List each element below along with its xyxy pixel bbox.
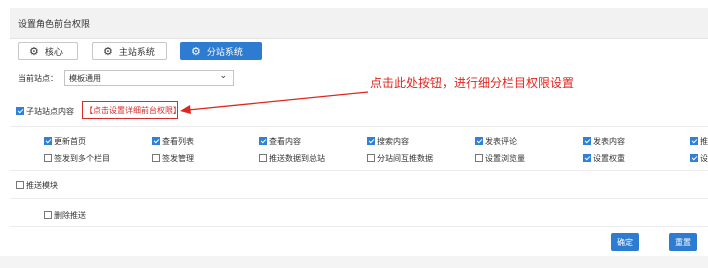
perm-label: 签发管理 <box>162 154 194 163</box>
perm-issue-manage[interactable]: 签发管理 <box>152 153 194 164</box>
detail-permission-link[interactable]: 【点击设置详细前台权限】 <box>85 105 181 116</box>
checkbox[interactable] <box>44 154 52 162</box>
perm-label: 设 <box>700 154 708 163</box>
perm-label: 发表内容 <box>593 137 625 146</box>
substation-content-label: 子站站点内容 <box>26 107 74 116</box>
substation-content-checkbox[interactable] <box>16 107 24 115</box>
divider <box>10 198 708 199</box>
perm-set-weight[interactable]: 设置权重 <box>583 153 625 164</box>
checkbox[interactable] <box>16 181 24 189</box>
checkbox[interactable] <box>475 154 483 162</box>
checkbox[interactable] <box>367 137 375 145</box>
checkbox[interactable] <box>259 137 267 145</box>
delete-push-label: 删除推送 <box>54 211 86 220</box>
gears-icon: ⚙ <box>191 44 201 58</box>
tab-sub-system[interactable]: ⚙ 分站系统 <box>180 42 262 60</box>
checkbox[interactable] <box>152 137 160 145</box>
checkbox[interactable] <box>44 211 52 219</box>
perm-label: 发表评论 <box>485 137 517 146</box>
checkbox[interactable] <box>475 137 483 145</box>
page-footer-strip <box>0 256 708 268</box>
checkbox[interactable] <box>583 137 591 145</box>
divider <box>10 126 708 127</box>
perm-label: 分站间互推数据 <box>377 154 433 163</box>
checkbox[interactable] <box>367 154 375 162</box>
divider <box>10 226 708 227</box>
gears-icon: ⚙ <box>103 44 113 58</box>
perm-view-content[interactable]: 查看内容 <box>259 136 301 147</box>
tab-core-label: 核心 <box>44 47 63 58</box>
reset-button[interactable]: 重置 <box>669 233 697 251</box>
perm-label: 推送数据到总站 <box>269 154 325 163</box>
perm-label: 查看内容 <box>269 137 301 146</box>
checkbox[interactable] <box>690 137 698 145</box>
site-select[interactable]: 模板通用 ⌄ <box>64 70 234 86</box>
perm-update-home[interactable]: 更新首页 <box>44 136 86 147</box>
tab-main-system[interactable]: ⚙ 主站系统 <box>92 42 167 60</box>
panel-header: 设置角色前台权限 <box>10 8 708 39</box>
panel-title: 设置角色前台权限 <box>18 20 91 30</box>
site-select-label: 当前站点： <box>18 74 58 83</box>
chevron-down-icon: ⌄ <box>219 71 227 81</box>
perm-label: 设置浏览量 <box>485 154 525 163</box>
perm-set[interactable]: 设 <box>690 153 708 164</box>
checkbox[interactable] <box>259 154 267 162</box>
perm-post-comment[interactable]: 发表评论 <box>475 136 517 147</box>
perm-label: 查看列表 <box>162 137 194 146</box>
perm-label: 搜索内容 <box>377 137 409 146</box>
annotation-text: 点击此处按钮，进行细分栏目权限设置 <box>370 76 575 90</box>
perm-push-to-main[interactable]: 推送数据到总站 <box>259 153 325 164</box>
perm-push[interactable]: 推 <box>690 136 708 147</box>
divider <box>10 170 708 171</box>
perm-label: 推 <box>700 137 708 146</box>
gears-icon: ⚙ <box>29 44 39 58</box>
annotation-arrow <box>180 91 369 114</box>
checkbox[interactable] <box>152 154 160 162</box>
push-module-option[interactable]: 推送模块 <box>16 180 58 191</box>
perm-view-list[interactable]: 查看列表 <box>152 136 194 147</box>
perm-substation-push[interactable]: 分站间互推数据 <box>367 153 433 164</box>
site-select-value: 模板通用 <box>69 74 101 83</box>
confirm-button[interactable]: 确定 <box>611 233 639 251</box>
perm-set-views[interactable]: 设置浏览量 <box>475 153 525 164</box>
substation-content-option[interactable]: 子站站点内容 <box>16 106 74 117</box>
tab-main-system-label: 主站系统 <box>118 47 155 58</box>
checkbox[interactable] <box>690 154 698 162</box>
checkbox[interactable] <box>583 154 591 162</box>
perm-label: 设置权重 <box>593 154 625 163</box>
perm-post-content[interactable]: 发表内容 <box>583 136 625 147</box>
push-module-label: 推送模块 <box>26 181 58 190</box>
delete-push-option[interactable]: 删除推送 <box>44 210 86 221</box>
perm-issue-multi-column[interactable]: 签发到多个栏目 <box>44 153 110 164</box>
checkbox[interactable] <box>44 137 52 145</box>
tab-sub-system-label: 分站系统 <box>206 47 243 58</box>
perm-label: 签发到多个栏目 <box>54 154 110 163</box>
tab-core[interactable]: ⚙ 核心 <box>18 42 78 60</box>
perm-label: 更新首页 <box>54 137 86 146</box>
perm-search-content[interactable]: 搜索内容 <box>367 136 409 147</box>
